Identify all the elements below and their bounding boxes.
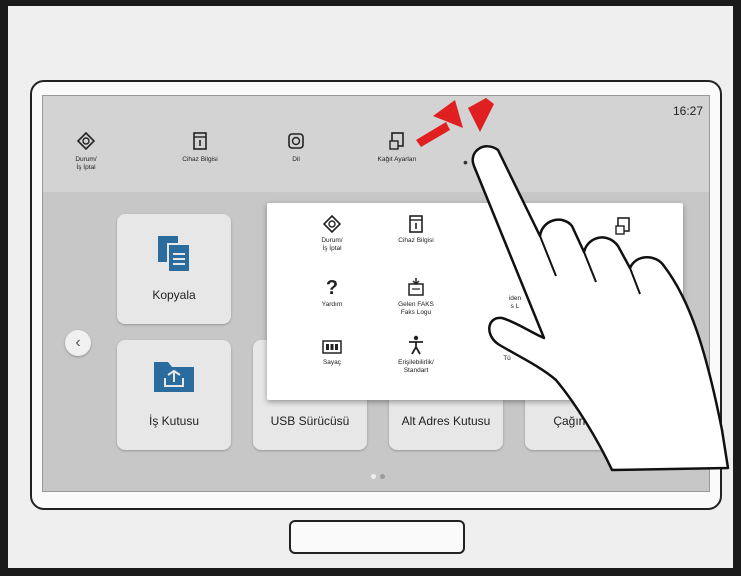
tile-label: Alt Adres Kutusu	[401, 414, 491, 428]
quick-item-paper-settings[interactable]: Kağıt Ayarları	[362, 132, 432, 164]
popup-item-send-log[interactable]: iden s L	[495, 295, 535, 311]
device-info-icon	[193, 132, 207, 150]
tile-label: Kopyala	[152, 288, 196, 302]
copy-icon	[158, 236, 191, 273]
paper-settings-icon	[615, 217, 630, 235]
quick-item-language[interactable]: Dil	[261, 132, 331, 164]
quick-item-label: Cihaz Bilgisi	[182, 156, 218, 163]
quick-menu-bar: Durum/ İş İptal Cihaz Bilgisi Dil Kağıt …	[43, 96, 709, 192]
popup-item-fax-log[interactable]: Gelen FAKS Faks Logu	[371, 277, 461, 317]
page-prev-button[interactable]: ‹	[65, 330, 91, 356]
popup-item-label: s L	[510, 303, 520, 310]
frame-bottom-border	[0, 568, 741, 576]
quick-item-label: Dil	[292, 156, 300, 163]
popup-item-label: Sayaç	[322, 359, 342, 366]
popup-item-label: İş İptal	[322, 245, 342, 252]
job-box-icon	[154, 362, 194, 392]
popup-item-label: Gelen FAKS	[398, 301, 434, 308]
tile-label: İş Kutusu	[148, 414, 200, 428]
popup-item-label: iden	[508, 295, 522, 302]
popup-item-label: Yardım	[321, 301, 343, 308]
counter-icon	[322, 340, 342, 354]
popup-item-label: Standart	[403, 367, 429, 374]
popup-item-label: Tü	[503, 355, 511, 362]
fax-log-icon	[408, 278, 424, 296]
touch-screen: Durum/ İş İptal Cihaz Bilgisi Dil Kağıt …	[42, 95, 710, 492]
tile-label: Çağırma K	[553, 414, 611, 428]
page-dot	[371, 474, 376, 479]
quick-menu-popup: Durum/ İş İptal Cihaz Bilgisi ? Yardım G…	[267, 203, 683, 400]
page-indicator	[369, 466, 387, 484]
frame-left-border	[0, 0, 8, 576]
status-icon	[323, 215, 341, 233]
device-info-icon	[409, 215, 423, 233]
quick-item-status[interactable]: Durum/ İş İptal	[51, 132, 121, 172]
language-icon	[288, 133, 304, 149]
home-button[interactable]	[289, 520, 465, 554]
quick-item-label: İş İptal	[76, 164, 96, 171]
tile-copy[interactable]: Kopyala	[117, 214, 231, 324]
quick-item-device-info[interactable]: Cihaz Bilgisi	[165, 132, 235, 164]
tile-job-box[interactable]: İş Kutusu	[117, 340, 231, 450]
quick-item-label: Kağıt Ayarları	[377, 156, 417, 163]
clock: 16:27	[672, 104, 703, 118]
popup-item-status[interactable]: Durum/ İş İptal	[287, 215, 377, 253]
quick-item-label: Durum/	[75, 156, 97, 163]
paper-settings-icon	[389, 132, 404, 150]
chevron-left-icon: ‹	[75, 334, 81, 351]
popup-item-label: Erişilebilirlik/	[398, 359, 434, 366]
popup-item-device-info[interactable]: Cihaz Bilgisi	[371, 215, 461, 245]
frame-right-border	[733, 0, 741, 576]
more-menu-button[interactable]: • • •	[463, 154, 495, 170]
tile-label: USB Sürücüsü	[270, 414, 350, 428]
popup-item-label: Cihaz Bilgisi	[398, 237, 434, 244]
popup-item-accessibility[interactable]: Erişilebilirlik/ Standart	[371, 335, 461, 375]
help-icon: ?	[326, 277, 338, 297]
popup-item-toner[interactable]: Tü	[487, 355, 527, 363]
popup-item-label: Faks Logu	[400, 309, 432, 316]
accessibility-icon	[409, 335, 423, 355]
status-icon	[77, 132, 95, 150]
page-dot-active	[380, 474, 385, 479]
popup-item-help[interactable]: ? Yardım	[287, 277, 377, 309]
popup-item-counter[interactable]: Sayaç	[287, 339, 377, 367]
popup-item-label: Durum/	[321, 237, 343, 244]
svg-text:?: ?	[326, 277, 338, 297]
